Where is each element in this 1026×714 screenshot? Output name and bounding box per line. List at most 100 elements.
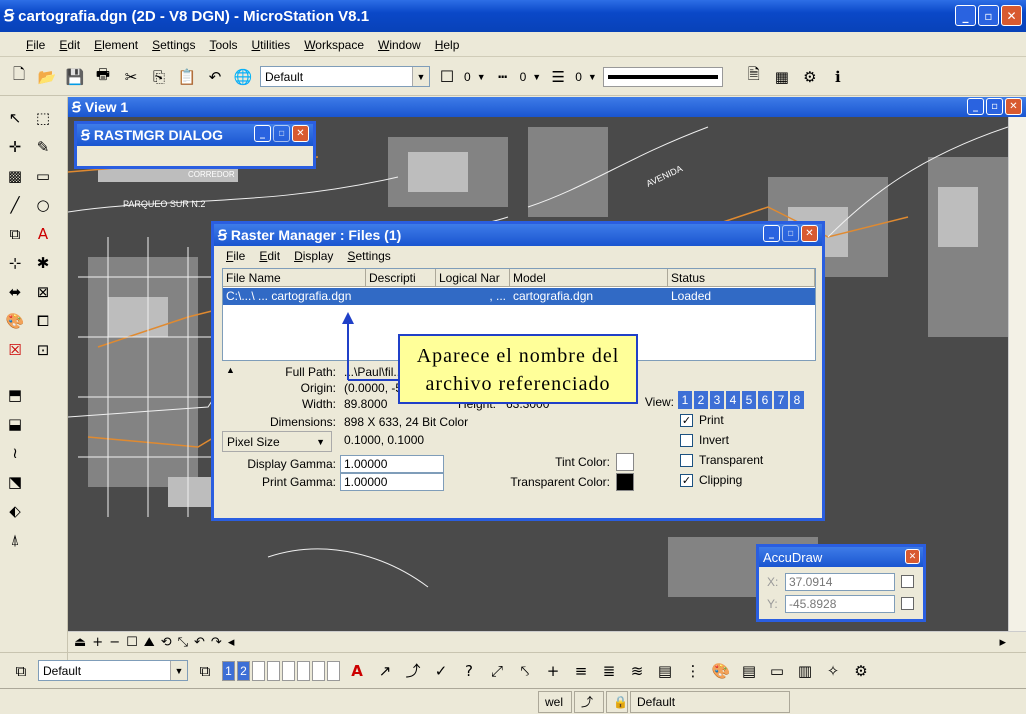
rastmgr-minimize-button[interactable]: _ bbox=[254, 125, 271, 142]
rm-menu-display[interactable]: Display bbox=[294, 249, 333, 263]
window-icon[interactable]: ▭ bbox=[766, 660, 788, 682]
level-select[interactable]: Default ▼ bbox=[260, 66, 430, 87]
view-5-toggle[interactable]: 5 bbox=[742, 391, 756, 409]
dialog-icon[interactable]: ▤ bbox=[738, 660, 760, 682]
level-3-toggle[interactable]: 3 bbox=[252, 660, 265, 681]
text-rotate-icon[interactable]: ⤣ bbox=[514, 660, 536, 682]
view-close-button[interactable]: ✕ bbox=[1005, 98, 1022, 115]
document-icon[interactable]: 🗎 bbox=[743, 65, 765, 88]
menu-tools[interactable]: Tools bbox=[209, 38, 237, 52]
chevron-down-icon[interactable]: ▼ bbox=[477, 72, 486, 82]
level-2-toggle[interactable]: 2 bbox=[237, 660, 250, 681]
measure-icon[interactable]: ⊹ bbox=[4, 252, 26, 274]
maximize-button[interactable]: ▫ bbox=[978, 5, 999, 26]
text-align-icon[interactable]: ≣ bbox=[598, 660, 620, 682]
view-next-icon[interactable]: ↷ bbox=[211, 635, 222, 650]
rm-menu-file[interactable]: File bbox=[226, 249, 245, 263]
spell-check-icon[interactable]: ✓ bbox=[430, 660, 452, 682]
accudraw-x-lock-checkbox[interactable] bbox=[901, 575, 914, 588]
menu-window[interactable]: Window bbox=[378, 38, 421, 52]
view-4-toggle[interactable]: 4 bbox=[726, 391, 740, 409]
line-weight-icon[interactable]: ☰ bbox=[547, 66, 569, 88]
view-8-toggle[interactable]: 8 bbox=[790, 391, 804, 409]
invert-checkbox[interactable]: Invert bbox=[680, 433, 729, 447]
rm-maximize-button[interactable]: ▫ bbox=[782, 225, 799, 242]
rastmgr-maximize-button[interactable]: ▫ bbox=[273, 125, 290, 142]
collapse-arrow-icon[interactable]: ▲ bbox=[226, 365, 235, 375]
fence-icon[interactable]: ⬚ bbox=[32, 107, 54, 129]
scroll-left-icon[interactable]: ◂ bbox=[228, 635, 235, 650]
accudraw-x-input[interactable]: 37.0914 bbox=[785, 573, 895, 591]
reference-icon[interactable]: ⊡ bbox=[32, 339, 54, 361]
transform-tool-icon[interactable]: ⬖ bbox=[4, 500, 26, 522]
text-style-icon[interactable]: ≡ bbox=[570, 660, 592, 682]
new-file-icon[interactable]: 🗋 bbox=[8, 65, 30, 88]
rm-menu-edit[interactable]: Edit bbox=[259, 249, 280, 263]
view-previous-icon[interactable]: ↶ bbox=[194, 635, 205, 650]
view-minimize-button[interactable]: _ bbox=[967, 98, 984, 115]
snap-icon[interactable]: ⤴ bbox=[574, 690, 604, 713]
layer-tool-icon[interactable]: ⬔ bbox=[4, 471, 26, 493]
text-grid-icon[interactable]: ⋮ bbox=[682, 660, 704, 682]
active-level-select[interactable]: Default ▼ bbox=[38, 660, 188, 681]
close-button[interactable]: ✕ bbox=[1001, 5, 1022, 26]
clipping-checkbox[interactable]: ✓ Clipping bbox=[680, 473, 742, 487]
tag-icon[interactable]: ⬌ bbox=[4, 281, 26, 303]
line-icon[interactable]: ╱ bbox=[4, 194, 26, 216]
rotate-view-icon[interactable]: ⟲ bbox=[161, 635, 172, 650]
text-icon[interactable]: A bbox=[32, 223, 54, 245]
update-view-icon[interactable]: ⏏ bbox=[74, 635, 86, 650]
text-plus-icon[interactable]: + bbox=[542, 660, 564, 682]
detach-tool-icon[interactable]: ⬓ bbox=[4, 413, 26, 435]
extra-tool-icon[interactable]: ⚙ bbox=[850, 660, 872, 682]
level-8-toggle[interactable]: 8 bbox=[327, 660, 340, 681]
zoom-out-icon[interactable]: − bbox=[109, 635, 120, 650]
menu-element[interactable]: Element bbox=[94, 38, 138, 52]
level-4-toggle[interactable]: 4 bbox=[267, 660, 280, 681]
col-file-name[interactable]: File Name bbox=[223, 269, 366, 286]
menu-edit[interactable]: Edit bbox=[59, 38, 80, 52]
accudraw-y-input[interactable]: -45.8928 bbox=[785, 595, 895, 613]
cut-icon[interactable]: ✂ bbox=[120, 66, 142, 88]
group-icon[interactable]: ▩ bbox=[4, 165, 26, 187]
chevron-down-icon[interactable]: ▼ bbox=[588, 72, 597, 82]
copy-icon[interactable]: ⎘ bbox=[148, 66, 170, 88]
view-6-toggle[interactable]: 6 bbox=[758, 391, 772, 409]
col-description[interactable]: Descripti bbox=[366, 269, 436, 286]
zoom-in-icon[interactable]: + bbox=[92, 635, 103, 650]
level-display-icon[interactable]: ⧉ bbox=[194, 660, 216, 682]
level-7-toggle[interactable]: 7 bbox=[312, 660, 325, 681]
transparent-color-swatch[interactable] bbox=[616, 473, 634, 491]
save-icon[interactable]: 💾 bbox=[64, 66, 86, 88]
dimension-icon[interactable]: ✱ bbox=[32, 252, 54, 274]
scroll-right-icon[interactable]: ▸ bbox=[999, 635, 1006, 650]
menu-settings[interactable]: Settings bbox=[152, 38, 195, 52]
col-status[interactable]: Status bbox=[668, 269, 815, 286]
bezier-tool-icon[interactable]: ≀ bbox=[4, 442, 26, 464]
crosshair-icon[interactable]: ✛ bbox=[4, 136, 26, 158]
cell-icon[interactable]: ⧉ bbox=[4, 223, 26, 245]
view-2-toggle[interactable]: 2 bbox=[694, 391, 708, 409]
menu-file[interactable]: File bbox=[26, 38, 45, 52]
undo-icon[interactable]: ↶ bbox=[204, 66, 226, 88]
print-icon[interactable]: 🖶 bbox=[92, 65, 114, 88]
accudraw-close-button[interactable]: ✕ bbox=[905, 549, 920, 564]
text-number-icon[interactable]: ≋ bbox=[626, 660, 648, 682]
level-6-toggle[interactable]: 6 bbox=[297, 660, 310, 681]
transparent-checkbox[interactable]: Transparent bbox=[680, 453, 763, 467]
display-gamma-input[interactable]: 1.00000 bbox=[340, 455, 444, 473]
rm-menu-settings[interactable]: Settings bbox=[347, 249, 390, 263]
palette-icon[interactable]: 🎨 bbox=[4, 310, 26, 332]
col-logical-name[interactable]: Logical Nar bbox=[436, 269, 510, 286]
print-gamma-input[interactable]: 1.00000 bbox=[340, 473, 444, 491]
print-checkbox[interactable]: ✓ Print bbox=[680, 413, 724, 427]
lock-icon[interactable]: 🔒 bbox=[606, 690, 628, 713]
view-1-toggle[interactable]: 1 bbox=[678, 391, 692, 409]
delete-icon[interactable]: ☒ bbox=[4, 339, 26, 361]
circle-icon[interactable]: ○ bbox=[32, 194, 54, 216]
text-edit-icon[interactable]: ↗ bbox=[374, 660, 396, 682]
text-place-icon[interactable]: ⤴ bbox=[402, 660, 424, 682]
pixel-size-select[interactable]: Pixel Size ▼ bbox=[222, 431, 332, 452]
view-3-toggle[interactable]: 3 bbox=[710, 391, 724, 409]
info-icon[interactable]: ℹ bbox=[827, 66, 849, 88]
